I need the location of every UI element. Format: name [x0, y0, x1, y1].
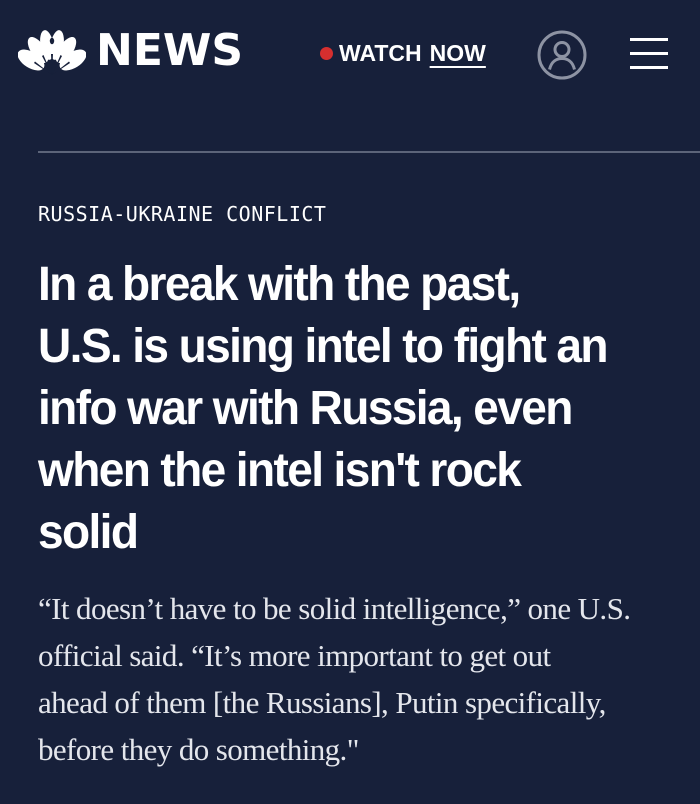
hamburger-menu-icon[interactable] — [630, 36, 670, 72]
watch-now-link[interactable]: WATCH NOW — [320, 38, 486, 68]
article-dek: “It doesn’t have to be solid intelligenc… — [38, 585, 668, 773]
headline-line: solid — [38, 506, 139, 559]
dek-line: “It doesn’t have to be solid intelligenc… — [38, 591, 631, 626]
headline-line: when the intel isn't rock — [38, 444, 522, 497]
logo-text: NEWS — [96, 25, 244, 76]
watch-label: WATCH — [339, 40, 422, 66]
headline-line: U.S. is using intel to fight an — [38, 320, 609, 373]
dek-line: ahead of them [the Russians], Putin spec… — [38, 685, 606, 720]
article-category-link[interactable]: RUSSIA-UKRAINE CONFLICT — [38, 202, 326, 226]
header-divider — [38, 151, 700, 153]
live-dot-icon — [320, 46, 333, 60]
dek-line: before they do something." — [38, 732, 359, 767]
article-headline: In a break with the past, U.S. is using … — [38, 254, 652, 564]
nbc-news-logo[interactable]: NEWS — [18, 26, 243, 76]
nbc-peacock-icon — [18, 30, 86, 75]
site-header: NEWS WATCH NOW — [0, 0, 700, 108]
headline-line: In a break with the past, — [38, 258, 521, 311]
user-account-icon[interactable] — [537, 30, 587, 80]
watch-now-label: NOW — [429, 40, 486, 66]
dek-line: official said. “It’s more important to g… — [38, 638, 551, 673]
headline-line: info war with Russia, even — [38, 382, 573, 435]
